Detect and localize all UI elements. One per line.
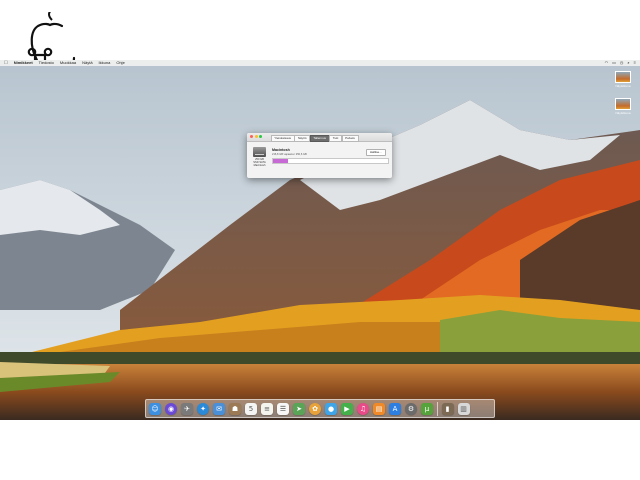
disk-free-space: 216,8 GB vapaana / 250,6 GB [272,153,307,156]
minimize-icon[interactable] [254,135,258,138]
tab-service[interactable]: Palvelu [341,134,359,142]
calendar-icon[interactable]: 5 [245,402,257,415]
finder-icon[interactable]: ☺ [149,402,161,415]
about-this-mac-window: Yleiskatsaus Näyttö Tallennus Tuki Palve… [247,133,392,178]
trash-icon[interactable]: ▥ [457,402,470,415]
image-thumbnail-icon [615,71,631,83]
status-area: ◠ ▭ ◷ ⌕ ≡ [605,60,636,66]
manage-button[interactable]: Hallitse… [366,149,386,156]
dock: ☺ ◉ ✈ ✦ ✉ ☗ 5 ≡ ☰ ➤ ✿ ● ▶ ♫ ▤ A ⚙ µ ▮ ▥ [145,399,495,418]
system-preferences-icon[interactable]: ⚙ [405,402,417,415]
reminders-icon[interactable]: ☰ [277,402,289,415]
desktop-screenshot-1[interactable]: Näyttökuva [609,71,637,88]
storage-usage-bar [272,158,389,164]
app-store-icon[interactable]: A [389,402,401,415]
tab-displays[interactable]: Näyttö [294,134,311,142]
mail-icon[interactable]: ✉ [213,402,225,415]
safari-icon[interactable]: ✦ [197,402,209,415]
tab-overview[interactable]: Yleiskatsaus [270,134,295,142]
ibooks-icon[interactable]: ▤ [373,402,385,415]
hard-drive-icon [253,147,266,157]
window-controls [250,135,262,138]
desktop-icon-label: Näyttökuva [615,111,631,115]
menu-bar:  Nimikkeet Tiedosto Muokkaa Näytä Ikkun… [0,60,640,66]
dock-separator [437,401,438,416]
close-icon[interactable] [250,135,253,138]
itunes-icon[interactable]: ♫ [357,402,369,415]
torrent-icon[interactable]: µ [421,402,433,415]
tab-storage[interactable]: Tallennus [309,134,330,142]
tab-bar: Yleiskatsaus Näyttö Tallennus Tuki Palve… [270,134,359,142]
menu-edit[interactable]: Muokkaa [60,60,76,66]
menu-view[interactable]: Näytä [82,60,92,66]
notes-icon[interactable]: ≡ [261,402,273,415]
battery-icon[interactable]: ▭ [612,60,616,66]
search-icon[interactable]: ⌕ [627,60,629,66]
facetime-icon[interactable]: ▶ [341,402,353,415]
disk-name: Macintosh [272,148,290,152]
disk-volume: Macintosh [253,164,266,168]
menu-help[interactable]: Ohje [116,60,124,66]
tab-support[interactable]: Tuki [329,134,342,142]
desktop-icon-label: Näyttökuva [615,84,631,88]
storage-panel: 250 GB SSD SATA Macintosh Macintosh 216,… [247,142,392,178]
menu-file[interactable]: Tiedosto [39,60,54,66]
contacts-icon[interactable]: ☗ [229,402,241,415]
desktop-screenshot-2[interactable]: Näyttökuva [609,98,637,115]
maps-icon[interactable]: ➤ [293,402,305,415]
folder-icon[interactable]: ▮ [441,402,454,415]
menu-window[interactable]: Ikkuna [99,60,111,66]
launchpad-icon[interactable]: ✈ [181,402,193,415]
storage-usage-fill [273,159,288,163]
image-thumbnail-icon [615,98,631,110]
menu-app-name[interactable]: Nimikkeet [14,60,33,66]
apple-menu-icon[interactable]:  [4,60,8,66]
photos-icon[interactable]: ✿ [309,402,321,415]
wallpaper [0,60,640,420]
window-titlebar: Yleiskatsaus Näyttö Tallennus Tuki Palve… [247,133,392,142]
desktop-screen:  Nimikkeet Tiedosto Muokkaa Näytä Ikkun… [0,60,640,420]
clock-icon[interactable]: ◷ [620,60,624,66]
messages-icon[interactable]: ● [325,402,337,415]
zoom-icon[interactable] [259,135,262,138]
wifi-icon[interactable]: ◠ [605,60,609,66]
disk-caption: 250 GB SSD SATA Macintosh [251,158,268,168]
menu-icon[interactable]: ≡ [634,60,636,66]
siri-icon[interactable]: ◉ [165,402,177,415]
